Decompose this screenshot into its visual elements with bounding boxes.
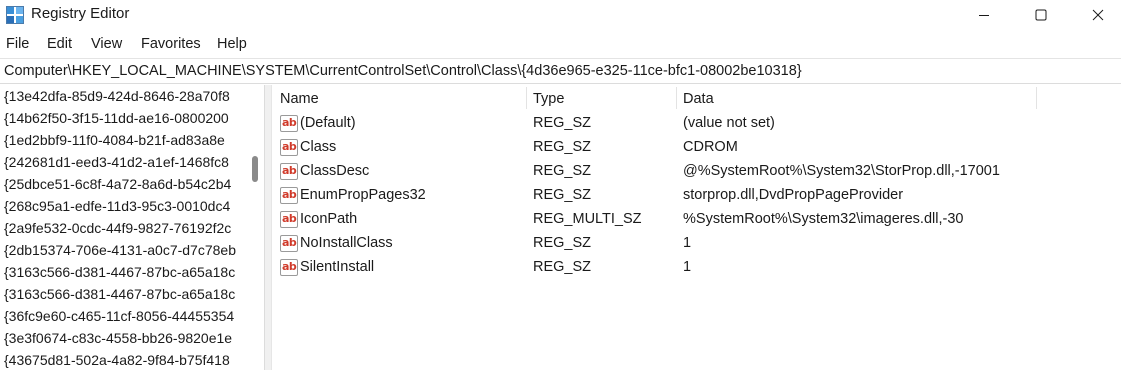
address-bar[interactable]: Computer\HKEY_LOCAL_MACHINE\SYSTEM\Curre… (0, 58, 1121, 84)
value-name: NoInstallClass (300, 235, 393, 251)
tree-item[interactable]: {3163c566-d381-4467-87bc-a65a18c (4, 264, 235, 285)
value-data: @%SystemRoot%\System32\StorProp.dll,-170… (683, 163, 1000, 179)
registry-editor-icon (6, 6, 24, 24)
column-divider[interactable] (1036, 87, 1037, 109)
string-value-icon: ab (280, 139, 298, 156)
value-data: 1 (683, 235, 692, 251)
tree-item[interactable]: {43675d81-502a-4a82-9f84-b75f418 (4, 352, 230, 370)
maximize-button[interactable] (1018, 0, 1064, 30)
value-row[interactable]: ab IconPath REG_MULTI_SZ %SystemRoot%\Sy… (273, 208, 1121, 232)
value-row[interactable]: ab Class REG_SZ CDROM (273, 136, 1121, 160)
menu-bar: File Edit View Favorites Help (0, 32, 1121, 56)
value-data: 1 (683, 259, 692, 275)
string-value-icon: ab (280, 211, 298, 228)
tree-item[interactable]: {25dbce51-6c8f-4a72-8a6d-b54c2b4 (4, 176, 231, 197)
close-icon (1092, 9, 1104, 21)
menu-file[interactable]: File (6, 36, 29, 52)
maximize-icon (1035, 9, 1047, 21)
pane-splitter[interactable] (264, 85, 272, 370)
tree-item[interactable]: {2db15374-706e-4131-a0c7-d7c78eb (4, 242, 236, 263)
string-value-icon: ab (280, 235, 298, 252)
tree-scrollbar-thumb[interactable] (252, 156, 258, 182)
window-title: Registry Editor (31, 5, 130, 22)
value-type: REG_SZ (533, 139, 592, 155)
tree-item[interactable]: {3e3f0674-c83c-4558-bb26-9820e1e (4, 330, 232, 351)
tree-item[interactable]: {242681d1-eed3-41d2-a1ef-1468fc8 (4, 154, 229, 175)
menu-favorites[interactable]: Favorites (141, 36, 201, 52)
address-path[interactable]: Computer\HKEY_LOCAL_MACHINE\SYSTEM\Curre… (4, 63, 802, 79)
column-header-data[interactable]: Data (676, 85, 1036, 111)
menu-view[interactable]: View (91, 36, 122, 52)
values-list[interactable]: Name Type Data ab (Default) REG_SZ (valu… (273, 85, 1121, 370)
value-data: CDROM (683, 139, 738, 155)
value-type: REG_SZ (533, 259, 592, 275)
column-header-type[interactable]: Type (526, 85, 676, 111)
minimize-icon (979, 15, 989, 16)
value-name: IconPath (300, 211, 358, 227)
string-value-icon: ab (280, 259, 298, 276)
tree-item[interactable]: {268c95a1-edfe-11d3-95c3-0010dc4 (4, 198, 230, 219)
value-type: REG_SZ (533, 235, 592, 251)
tree-item[interactable]: {36fc9e60-c465-11cf-8056-44455354 (4, 308, 234, 329)
tree-item[interactable]: {3163c566-d381-4467-87bc-a65a18c (4, 286, 235, 307)
value-name: ClassDesc (300, 163, 370, 179)
tree-scrollbar[interactable] (248, 85, 261, 370)
tree-item[interactable]: {1ed2bbf9-11f0-4084-b21f-ad83a8e (4, 132, 225, 153)
menu-help[interactable]: Help (217, 36, 247, 52)
column-header-name[interactable]: Name (273, 85, 526, 111)
value-row[interactable]: ab (Default) REG_SZ (value not set) (273, 112, 1121, 136)
value-row[interactable]: ab NoInstallClass REG_SZ 1 (273, 232, 1121, 256)
close-button[interactable] (1075, 0, 1121, 30)
tree-item[interactable]: {13e42dfa-85d9-424d-8646-28a70f8 (4, 88, 230, 109)
value-type: REG_SZ (533, 187, 592, 203)
value-row[interactable]: ab EnumPropPages32 REG_SZ storprop.dll,D… (273, 184, 1121, 208)
string-value-icon: ab (280, 187, 298, 204)
string-value-icon: ab (280, 115, 298, 132)
tree-item[interactable]: {14b62f50-3f15-11dd-ae16-0800200 (4, 110, 229, 131)
value-row[interactable]: ab ClassDesc REG_SZ @%SystemRoot%\System… (273, 160, 1121, 184)
value-data: (value not set) (683, 115, 775, 131)
value-name: Class (300, 139, 337, 155)
string-value-icon: ab (280, 163, 298, 180)
value-data: storprop.dll,DvdPropPageProvider (683, 187, 904, 203)
value-type: REG_MULTI_SZ (533, 211, 642, 227)
value-name: SilentInstall (300, 259, 375, 275)
value-data: %SystemRoot%\System32\imageres.dll,-30 (683, 211, 964, 227)
tree-item[interactable]: {2a9fe532-0cdc-44f9-9827-76192f2c (4, 220, 231, 241)
key-tree[interactable]: {13e42dfa-85d9-424d-8646-28a70f8 {14b62f… (0, 85, 248, 370)
title-bar[interactable]: Registry Editor (0, 0, 1121, 30)
value-type: REG_SZ (533, 163, 592, 179)
value-name: EnumPropPages32 (300, 187, 426, 203)
value-type: REG_SZ (533, 115, 592, 131)
minimize-button[interactable] (961, 0, 1007, 30)
value-row[interactable]: ab SilentInstall REG_SZ 1 (273, 256, 1121, 280)
value-name: (Default) (300, 115, 356, 131)
menu-edit[interactable]: Edit (47, 36, 72, 52)
